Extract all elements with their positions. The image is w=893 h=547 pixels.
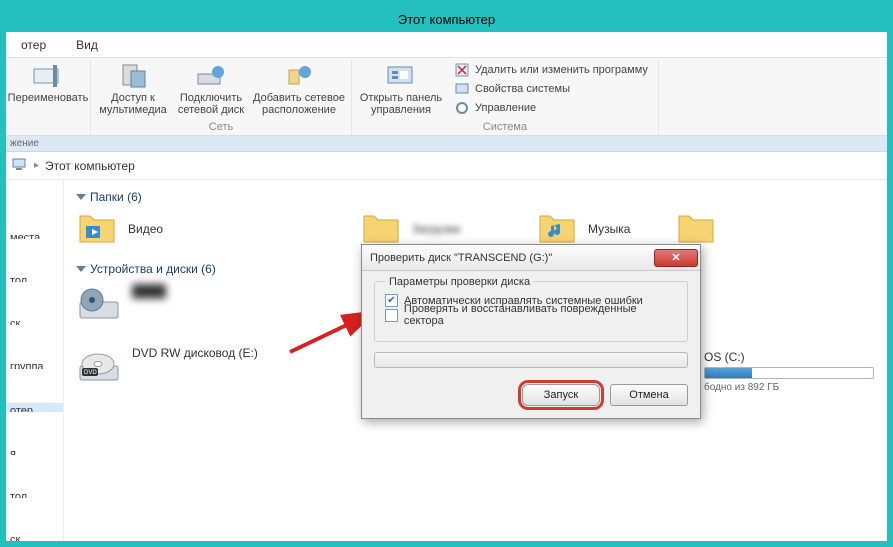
rename-label: Переименовать — [8, 92, 89, 104]
rename-icon — [32, 62, 64, 90]
map-drive-button[interactable]: Подключить сетевой диск — [175, 60, 247, 118]
folder-generic[interactable] — [677, 212, 877, 246]
folder-downloads[interactable]: Загрузки — [362, 212, 562, 246]
checkbox-unchecked-icon[interactable] — [385, 309, 398, 322]
window-title: Этот компьютер — [398, 12, 495, 27]
chevron-right-icon: ▸ — [34, 160, 39, 171]
ribbon-group-system: Система — [483, 121, 527, 135]
drive-dvd[interactable]: DVD DVD RW дисковод (E:) — [78, 346, 338, 386]
check-disk-dialog: Проверить диск "TRANSCEND (G:)" ✕ Параме… — [361, 244, 701, 419]
collapse-icon — [76, 266, 86, 272]
system-properties-button[interactable]: Свойства системы — [454, 81, 648, 97]
folder-video-label: Видео — [128, 222, 163, 236]
uninstall-icon — [454, 62, 470, 78]
dialog-titlebar[interactable]: Проверить диск "TRANSCEND (G:)" ✕ — [362, 245, 700, 271]
folder-music-label: Музыка — [588, 222, 630, 236]
drive-label: ████ — [132, 284, 166, 298]
folder-video[interactable]: Видео — [78, 212, 278, 246]
nav-item-1[interactable]: я — [6, 446, 63, 455]
uninstall-label: Удалить или изменить программу — [475, 64, 648, 76]
sysprops-label: Свойства системы — [475, 83, 570, 95]
control-panel-button[interactable]: Открыть панель управления — [358, 60, 444, 118]
cancel-button[interactable]: Отмена — [610, 384, 688, 406]
netdrive-label: Подключить сетевой диск — [178, 92, 244, 116]
nav-item-2[interactable]: тол — [6, 489, 63, 498]
network-drive-icon — [195, 62, 227, 90]
breadcrumb-root[interactable]: Этот компьютер — [45, 159, 135, 173]
system-properties-icon — [454, 81, 470, 97]
add-network-icon — [283, 62, 315, 90]
folders-section-title: Папки (6) — [90, 190, 142, 204]
hard-drive-icon — [78, 284, 122, 324]
ctrlpanel-label: Открыть панель управления — [360, 92, 442, 116]
nav-item-3[interactable]: ск — [6, 532, 63, 541]
option-scan-recover[interactable]: Проверять и восстанавливать поврежденные… — [385, 303, 677, 327]
downloads-folder-icon — [362, 212, 402, 246]
nav-pane[interactable]: места тол ск группа отер я тол ск — [6, 180, 64, 541]
control-panel-icon — [385, 62, 417, 90]
progress-bar — [374, 352, 688, 368]
start-button[interactable]: Запуск — [522, 384, 600, 406]
pc-icon — [12, 156, 28, 175]
devices-section-title: Устройства и диски (6) — [90, 262, 216, 276]
drive-dvd-label: DVD RW дисковод (E:) — [132, 346, 258, 360]
ribbon-tabs: отер Вид — [6, 32, 887, 58]
media-icon — [117, 62, 149, 90]
folder-downloads-label: Загрузки — [412, 222, 460, 236]
tab-computer[interactable]: отер — [6, 33, 61, 57]
add-net-location-button[interactable]: Добавить сетевое расположение — [253, 60, 345, 118]
disk-check-options: Параметры проверки диска ✔ Автоматически… — [374, 281, 688, 342]
manage-label: Управление — [475, 102, 536, 114]
options-legend: Параметры проверки диска — [385, 276, 534, 288]
folders-section-header[interactable]: Папки (6) — [78, 190, 873, 204]
uninstall-program-button[interactable]: Удалить или изменить программу — [454, 62, 648, 78]
address-bar[interactable]: ▸ Этот компьютер — [6, 152, 887, 180]
folder-icon — [677, 212, 717, 246]
nav-this-pc[interactable]: отер — [6, 403, 63, 412]
ribbon: Переименовать Доступ к мультимедиа Подкл… — [6, 58, 887, 136]
collapse-icon — [76, 194, 86, 200]
media-label: Доступ к мультимедиа — [99, 92, 167, 116]
nav-desktop[interactable]: тол — [6, 273, 63, 282]
nav-places[interactable]: места — [6, 230, 63, 239]
nav-disk[interactable]: ск — [6, 316, 63, 325]
ribbon-footer: жение — [6, 136, 887, 152]
svg-text:DVD: DVD — [84, 370, 97, 376]
nav-group[interactable]: группа — [6, 359, 63, 368]
checkbox-checked-icon[interactable]: ✔ — [385, 294, 398, 307]
close-icon: ✕ — [671, 251, 680, 264]
media-access-button[interactable]: Доступ к мультимедиа — [97, 60, 169, 118]
close-button[interactable]: ✕ — [654, 249, 698, 267]
ribbon-group-network: Сеть — [209, 121, 233, 135]
rename-button[interactable]: Переименовать — [12, 60, 84, 106]
drive-os-c[interactable]: ████ — [78, 284, 338, 324]
window-titlebar: Этот компьютер — [6, 6, 887, 32]
manage-button[interactable]: Управление — [454, 100, 648, 116]
option-scan-recover-label: Проверять и восстанавливать поврежденные… — [404, 303, 677, 327]
dvd-drive-icon: DVD — [78, 346, 122, 386]
tab-view[interactable]: Вид — [61, 33, 113, 57]
video-folder-icon — [78, 212, 118, 246]
dialog-title: Проверить диск "TRANSCEND (G:)" — [370, 252, 552, 264]
addnet-label: Добавить сетевое расположение — [253, 92, 345, 116]
manage-icon — [454, 100, 470, 116]
